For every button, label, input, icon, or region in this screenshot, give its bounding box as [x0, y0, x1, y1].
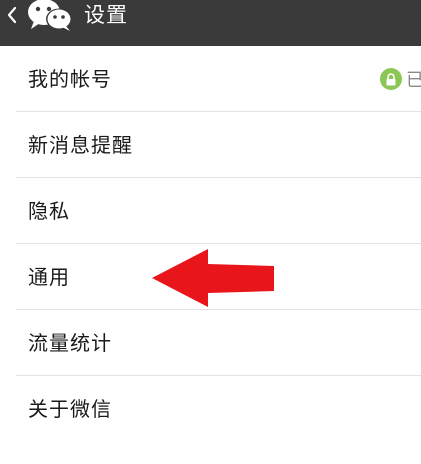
settings-item-label: 关于微信 [28, 397, 112, 421]
chevron-left-icon [6, 6, 18, 24]
page-title: 设置 [84, 3, 128, 27]
settings-screen: 设置 我的帐号 已 新消息提醒 隐私 通用 流量统计 关于微信 [0, 0, 421, 464]
settings-item-about-wechat[interactable]: 关于微信 [0, 376, 421, 442]
wechat-logo-icon [26, 0, 74, 32]
settings-item-my-account[interactable]: 我的帐号 已 [0, 46, 421, 112]
settings-item-label: 隐私 [28, 199, 70, 223]
settings-item-new-message-alerts[interactable]: 新消息提醒 [0, 112, 421, 178]
settings-item-label: 流量统计 [28, 331, 112, 355]
settings-item-label: 通用 [28, 265, 70, 289]
account-status: 已 [380, 67, 421, 91]
red-arrow-pointer-icon [150, 246, 276, 310]
settings-item-label: 新消息提醒 [28, 133, 133, 157]
top-bar: 设置 [0, 0, 421, 46]
settings-item-data-usage[interactable]: 流量统计 [0, 310, 421, 376]
back-button[interactable] [0, 0, 24, 30]
lock-icon [380, 68, 402, 90]
account-status-text: 已 [406, 70, 421, 91]
settings-item-label: 我的帐号 [28, 67, 112, 91]
settings-item-privacy[interactable]: 隐私 [0, 178, 421, 244]
settings-list: 我的帐号 已 新消息提醒 隐私 通用 流量统计 关于微信 [0, 46, 421, 442]
